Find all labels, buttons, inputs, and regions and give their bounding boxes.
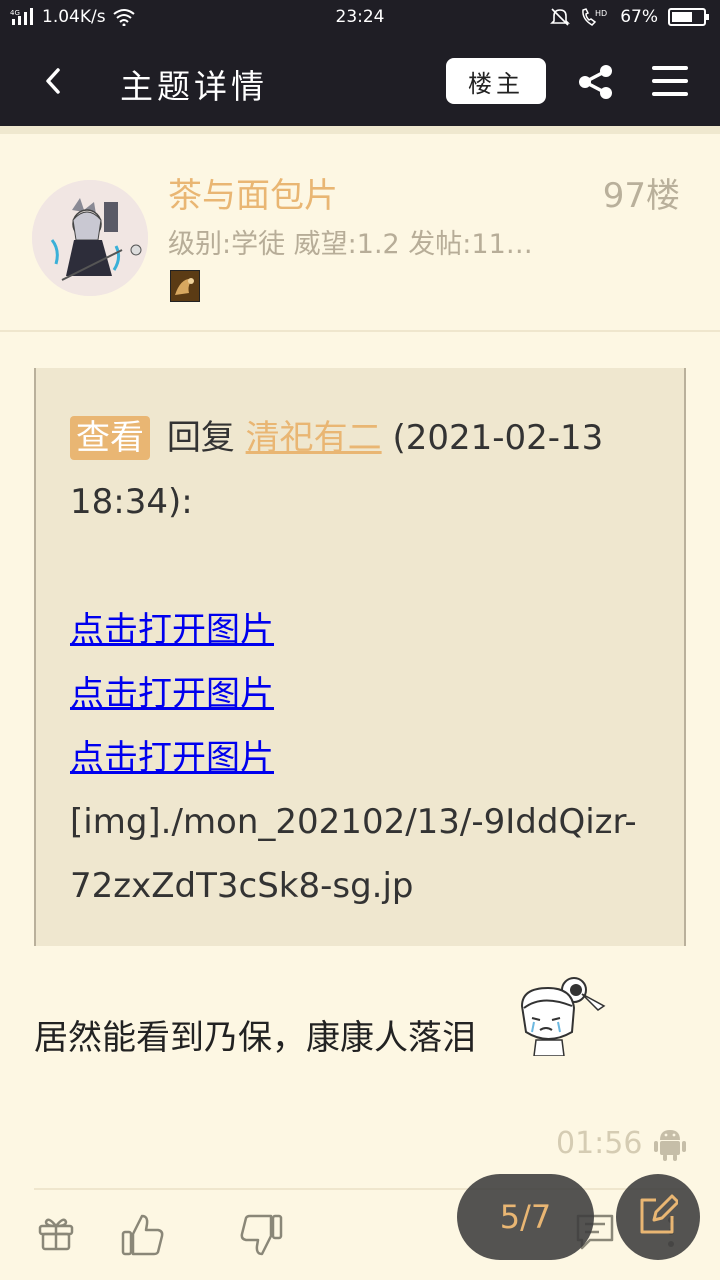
op-only-button[interactable]: 楼主 [446,58,546,104]
avatar-image [32,180,148,296]
divider [0,330,720,332]
battery-fill [672,12,693,22]
status-right: HD 67% [550,7,709,27]
hd-call-icon: HD [582,8,607,26]
svg-text:HD: HD [595,9,607,18]
raw-image-text: [img]./mon_202102/13/-9IddQizr-72zxZdT3c… [70,802,637,906]
floor-number: 97楼 [602,176,680,216]
battery-percent: 67% [620,7,658,27]
post-body: 居然能看到乃保，康康人落泪 [34,1018,476,1058]
thumbs-up-icon[interactable] [120,1212,166,1258]
reply-user-link[interactable]: 清祀有二 [246,418,382,458]
share-icon[interactable] [576,62,616,102]
battery-icon [668,8,709,26]
back-arrow-icon[interactable] [38,62,68,100]
mute-bell-icon [550,8,571,26]
reply-word: 回复 [166,418,235,458]
user-badge-icon [170,270,200,302]
compose-reply-button[interactable] [616,1174,700,1260]
gift-icon[interactable] [36,1212,76,1252]
page-indicator-button[interactable]: 5/7 [457,1174,594,1260]
header-shadow [0,126,720,134]
top-app-bar: 主题详情 楼主 [0,36,720,126]
open-image-link[interactable]: 点击打开图片 [70,726,652,790]
android-icon [654,1130,686,1161]
view-tag-button[interactable]: 查看 [70,416,150,460]
compose-icon [640,1194,678,1234]
quote-header: 查看 回复 清祀有二 (2021-02-13 18:34): [70,406,652,534]
thumbs-down-icon[interactable] [238,1212,284,1258]
open-image-link[interactable]: 点击打开图片 [70,662,652,726]
author-name[interactable]: 茶与面包片 [168,168,338,217]
avatar[interactable] [32,180,148,296]
crying-sticker [520,977,606,1056]
status-bar: 4G 1.04K/s 23:24 HD 67% [0,0,720,36]
quote-spacer [70,534,652,598]
menu-icon[interactable] [652,64,688,98]
footer-divider [34,1188,686,1190]
author-meta: 级别:学徒 威望:1.2 发帖:11… [168,229,533,260]
open-image-link[interactable]: 点击打开图片 [70,598,652,662]
post-time: 01:56 [556,1126,643,1161]
quote-block: 查看 回复 清祀有二 (2021-02-13 18:34): 点击打开图片 点击… [34,368,686,946]
page-title: 主题详情 [120,67,268,106]
